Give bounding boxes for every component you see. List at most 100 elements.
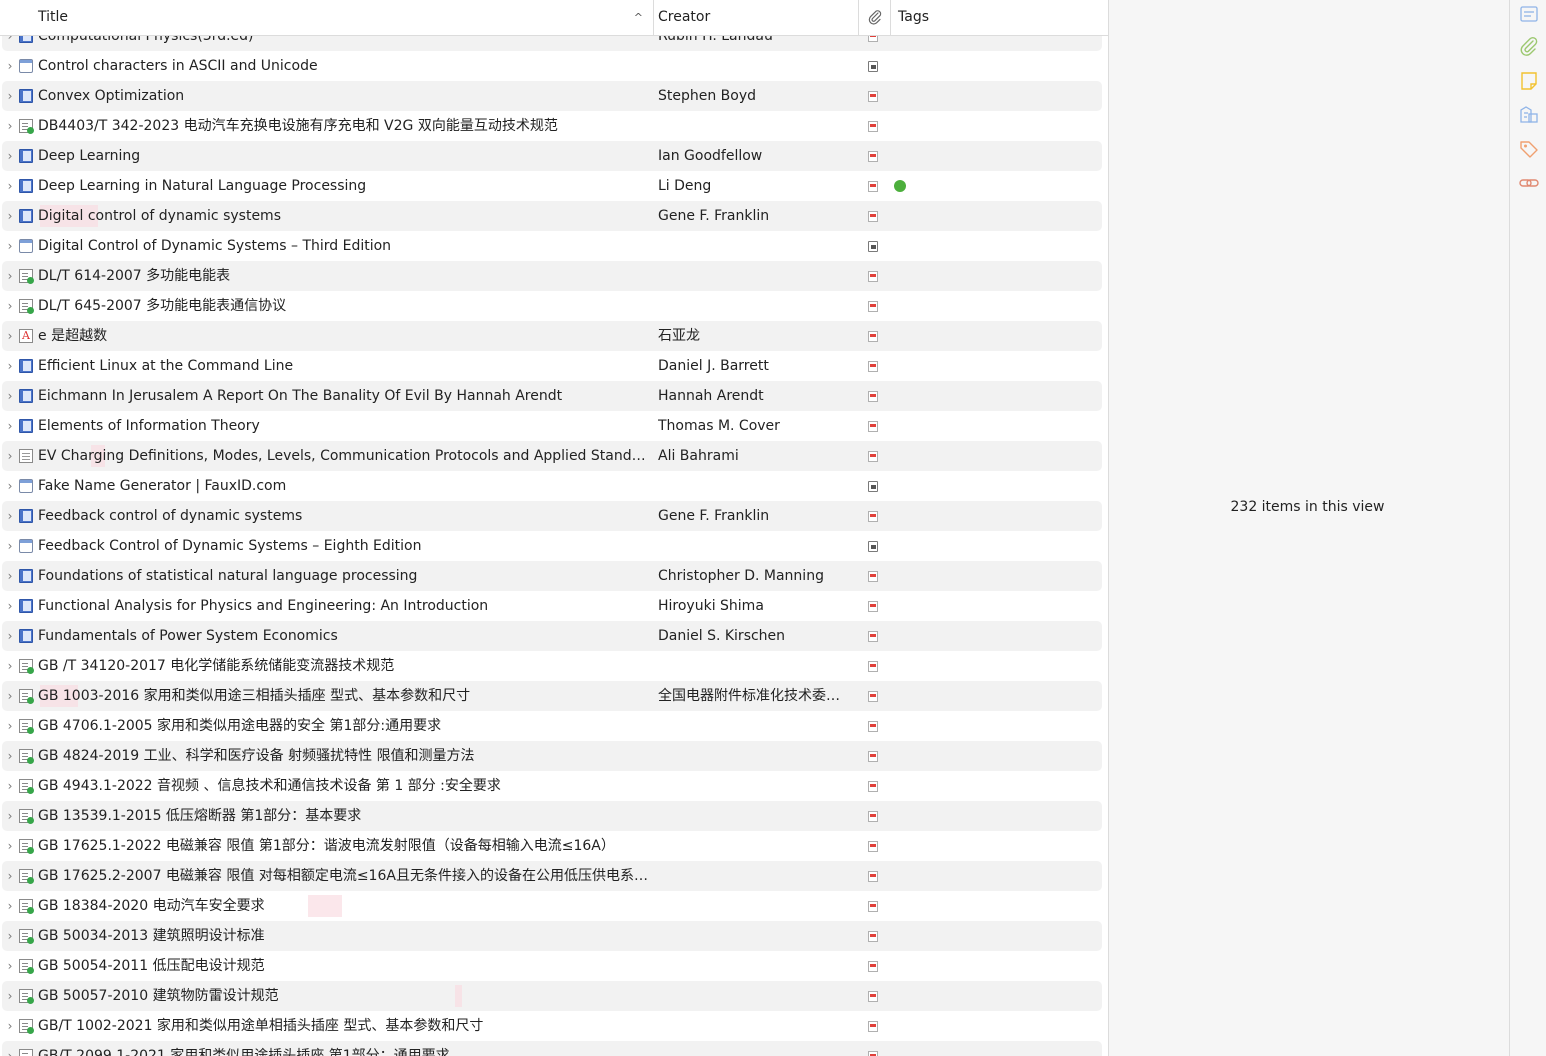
item-row[interactable]: › Ae 是超越数 石亚龙 [2,321,1102,351]
expand-chevron-icon[interactable]: › [5,321,15,351]
item-row[interactable]: › EV Charging Definitions, Modes, Levels,… [2,441,1102,471]
expand-chevron-icon[interactable]: › [5,531,15,561]
expand-chevron-icon[interactable]: › [5,831,15,861]
snapshot-attachment-icon[interactable] [868,61,878,72]
item-row[interactable]: › DB4403/T 342-2023 电动汽车充换电设施有序充电和 V2G 双向… [2,111,1102,141]
item-row[interactable]: › GB 13539.1-2015 低压熔断器 第1部分：基本要求 [2,801,1102,831]
pdf-attachment-icon[interactable] [868,1051,878,1056]
column-header-attachments[interactable] [859,0,891,35]
pdf-attachment-icon[interactable] [868,901,878,912]
expand-chevron-icon[interactable]: › [5,861,15,891]
pdf-attachment-icon[interactable] [868,931,878,942]
pdf-attachment-icon[interactable] [868,391,878,402]
item-row[interactable]: › GB 17625.1-2022 电磁兼容 限值 第1部分：谐波电流发射限值（设… [2,831,1102,861]
pdf-attachment-icon[interactable] [868,511,878,522]
item-row[interactable]: › GB/T 1002-2021 家用和类似用途单相插头插座 型式、基本参数和尺寸 [2,1011,1102,1041]
column-header-creator[interactable]: Creator [654,0,859,35]
item-row[interactable]: › GB /T 34120-2017 电化学储能系统储能变流器技术规范 [2,651,1102,681]
pdf-attachment-icon[interactable] [868,1021,878,1032]
info-section-button[interactable] [1518,3,1540,25]
item-row[interactable]: › GB 50057-2010 建筑物防雷设计规范 [2,981,1102,1011]
item-row[interactable]: › Elements of Information Theory Thomas M.… [2,411,1102,441]
expand-chevron-icon[interactable]: › [5,351,15,381]
attachments-section-button[interactable] [1518,36,1540,58]
expand-chevron-icon[interactable]: › [5,681,15,711]
item-row[interactable]: › Deep Learning Ian Goodfellow [2,141,1102,171]
libraries-collections-section-button[interactable] [1518,104,1540,126]
pdf-attachment-icon[interactable] [868,991,878,1002]
item-row[interactable]: › Efficient Linux at the Command Line Dani… [2,351,1102,381]
notes-section-button[interactable] [1518,70,1540,92]
pdf-attachment-icon[interactable] [868,271,878,282]
item-row[interactable]: › Convex Optimization Stephen Boyd [2,81,1102,111]
item-row[interactable]: › GB 50054-2011 低压配电设计规范 [2,951,1102,981]
expand-chevron-icon[interactable]: › [5,471,15,501]
expand-chevron-icon[interactable]: › [5,951,15,981]
column-header-title[interactable]: Title ^ [0,0,654,35]
pdf-attachment-icon[interactable] [868,721,878,732]
pdf-attachment-icon[interactable] [868,571,878,582]
expand-chevron-icon[interactable]: › [5,621,15,651]
expand-chevron-icon[interactable]: › [5,981,15,1011]
pdf-attachment-icon[interactable] [868,301,878,312]
tags-section-button[interactable] [1518,138,1540,160]
expand-chevron-icon[interactable]: › [5,411,15,441]
related-section-button[interactable] [1518,172,1540,194]
column-header-tags[interactable]: Tags [891,0,1108,35]
expand-chevron-icon[interactable]: › [5,291,15,321]
pdf-attachment-icon[interactable] [868,211,878,222]
expand-chevron-icon[interactable]: › [5,1041,15,1056]
pdf-attachment-icon[interactable] [868,631,878,642]
item-row[interactable]: › Fake Name Generator | FauxID.com [2,471,1102,501]
item-row[interactable]: › GB 17625.2-2007 电磁兼容 限值 对每相额定电流≤16A且无条件… [2,861,1102,891]
expand-chevron-icon[interactable]: › [5,741,15,771]
pdf-attachment-icon[interactable] [868,421,878,432]
pdf-attachment-icon[interactable] [868,91,878,102]
expand-chevron-icon[interactable]: › [5,711,15,741]
expand-chevron-icon[interactable]: › [5,231,15,261]
pdf-attachment-icon[interactable] [868,871,878,882]
item-row[interactable]: › Eichmann In Jerusalem A Report On The B… [2,381,1102,411]
expand-chevron-icon[interactable]: › [5,501,15,531]
item-row[interactable]: › Feedback control of dynamic systems Gene… [2,501,1102,531]
expand-chevron-icon[interactable]: › [5,111,15,141]
expand-chevron-icon[interactable]: › [5,441,15,471]
item-row[interactable]: › DL/T 645-2007 多功能电能表通信协议 [2,291,1102,321]
snapshot-attachment-icon[interactable] [868,241,878,252]
item-row[interactable]: › Functional Analysis for Physics and Eng… [2,591,1102,621]
pdf-attachment-icon[interactable] [868,121,878,132]
expand-chevron-icon[interactable]: › [5,381,15,411]
pdf-attachment-icon[interactable] [868,151,878,162]
item-row[interactable]: › Deep Learning in Natural Language Proce… [2,171,1102,201]
item-row[interactable]: › Foundations of statistical natural lang… [2,561,1102,591]
pdf-attachment-icon[interactable] [868,361,878,372]
items-list-pane[interactable]: › Computational Physics(3rd.ed) Rubin H. L… [0,0,1108,1056]
item-row[interactable]: › GB 1003-2016 家用和类似用途三相插头插座 型式、基本参数和尺寸 全国… [2,681,1102,711]
item-row[interactable]: › GB/T 2099.1-2021 家用和类似用途插头插座 第1部分：通用要求 [2,1041,1102,1056]
expand-chevron-icon[interactable]: › [5,801,15,831]
pdf-attachment-icon[interactable] [868,601,878,612]
item-row[interactable]: › Digital Control of Dynamic Systems – Th… [2,231,1102,261]
item-row[interactable]: › GB 4824-2019 工业、科学和医疗设备 射频骚扰特性 限值和测量方法 [2,741,1102,771]
expand-chevron-icon[interactable]: › [5,771,15,801]
item-row[interactable]: › Digital control of dynamic systems Gene … [2,201,1102,231]
item-row[interactable]: › Feedback Control of Dynamic Systems – E… [2,531,1102,561]
expand-chevron-icon[interactable]: › [5,51,15,81]
pdf-attachment-icon[interactable] [868,181,878,192]
expand-chevron-icon[interactable]: › [5,921,15,951]
expand-chevron-icon[interactable]: › [5,141,15,171]
expand-chevron-icon[interactable]: › [5,591,15,621]
item-row[interactable]: › GB 4943.1-2022 音视频 、信息技术和通信技术设备 第 1 部分 … [2,771,1102,801]
pdf-attachment-icon[interactable] [868,961,878,972]
item-row[interactable]: › Control characters in ASCII and Unicode [2,51,1102,81]
item-row[interactable]: › GB 18384-2020 电动汽车安全要求 [2,891,1102,921]
snapshot-attachment-icon[interactable] [868,481,878,492]
expand-chevron-icon[interactable]: › [5,1011,15,1041]
item-row[interactable]: › DL/T 614-2007 多功能电能表 [2,261,1102,291]
pdf-attachment-icon[interactable] [868,661,878,672]
expand-chevron-icon[interactable]: › [5,891,15,921]
snapshot-attachment-icon[interactable] [868,541,878,552]
pdf-attachment-icon[interactable] [868,811,878,822]
expand-chevron-icon[interactable]: › [5,651,15,681]
pdf-attachment-icon[interactable] [868,781,878,792]
